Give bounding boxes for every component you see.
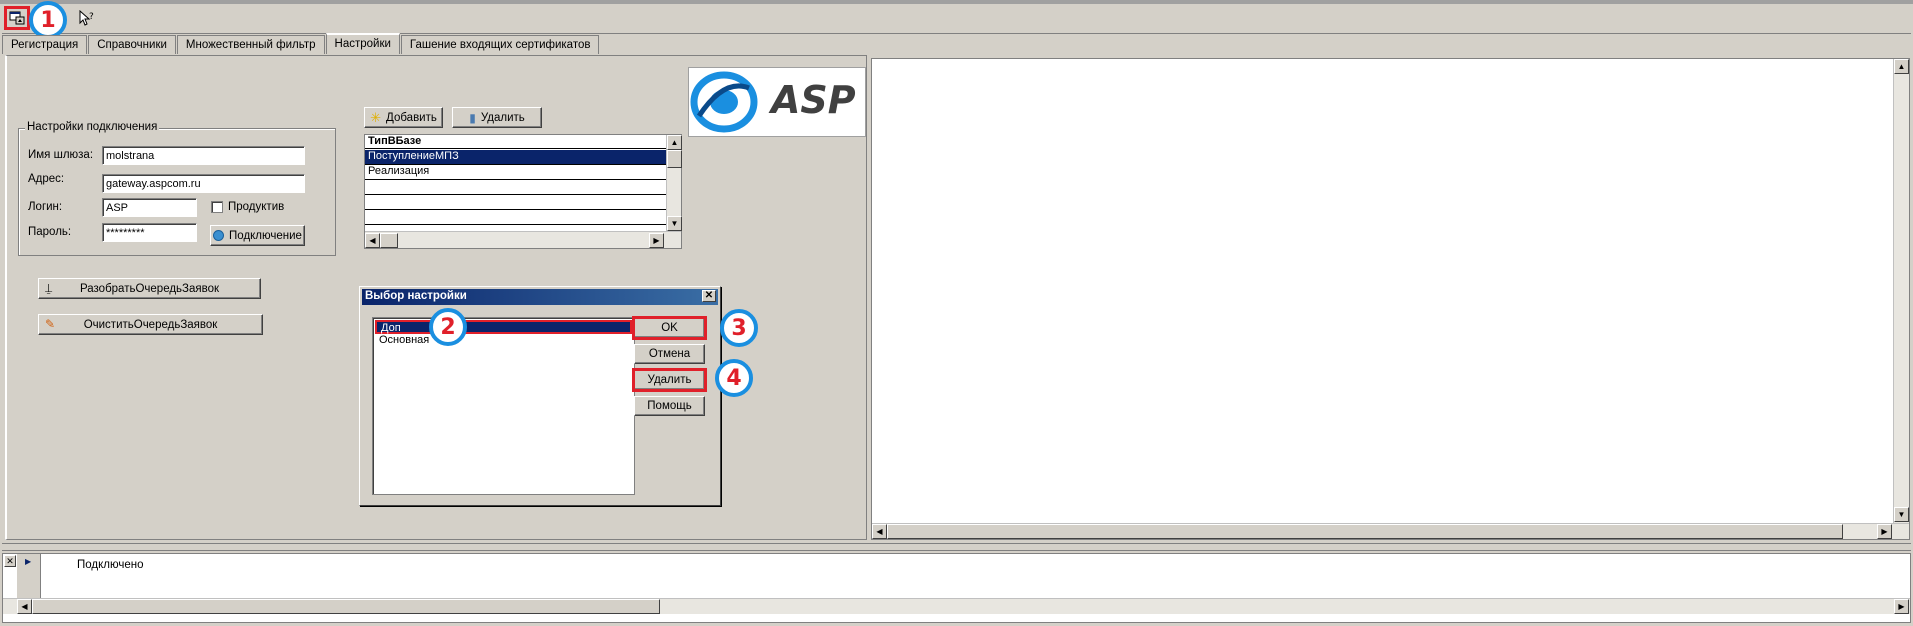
address-label: Адрес: (28, 173, 65, 185)
scroll-right-icon[interactable]: ▶ (649, 233, 664, 248)
stamp-icon: ⍊ (45, 281, 53, 295)
close-icon[interactable]: ✕ (702, 290, 716, 302)
close-icon[interactable]: ✕ (4, 555, 16, 567)
grid-hscroll-thumb[interactable] (380, 233, 398, 248)
password-field[interactable]: ********* (102, 223, 197, 242)
grid-hscrollbar[interactable]: ◀ ▶ (365, 231, 681, 248)
context-help-icon[interactable]: ? (74, 6, 100, 30)
connection-settings-legend: Настройки подключения (25, 121, 160, 133)
grid-row[interactable] (365, 195, 666, 210)
callout-4: 4 (715, 359, 753, 397)
output-pane: ▲ ▼ ◀ ▶ (871, 58, 1910, 540)
trash-icon: ▮ (469, 110, 476, 125)
callout-3: 3 (720, 309, 758, 347)
pane-hscroll-thumb[interactable] (887, 524, 1843, 539)
scroll-right-icon[interactable]: ▶ (1877, 524, 1892, 539)
list-item[interactable]: Доп (375, 320, 632, 334)
grid-row[interactable] (365, 210, 666, 225)
scroll-left-icon[interactable]: ◀ (17, 599, 32, 614)
connect-icon (213, 230, 225, 241)
callout-2: 2 (429, 308, 467, 346)
settings-list: Доп Основная (372, 317, 635, 495)
list-item[interactable]: Основная (375, 334, 632, 348)
asp-logo: ASP (688, 67, 866, 137)
status-hscroll-thumb[interactable] (32, 599, 660, 614)
add-type-label: Добавить (386, 111, 437, 124)
pane-splitter[interactable] (2, 543, 1911, 551)
toolbar: ? (2, 4, 1911, 34)
grid-row[interactable] (365, 180, 666, 195)
add-icon: ✳ (370, 109, 382, 125)
svg-text:?: ? (89, 12, 94, 22)
tab-certificate-redemption[interactable]: Гашение входящих сертификатов (400, 35, 600, 54)
productive-checkbox[interactable] (211, 201, 223, 213)
password-label: Пароль: (28, 226, 72, 238)
types-grid: ТипВБазе ПоступлениеМПЗ Реализация ▲ ▼ ◀… (364, 134, 682, 249)
scroll-left-icon[interactable]: ◀ (365, 233, 380, 248)
scroll-up-icon[interactable]: ▲ (1894, 59, 1909, 74)
current-row-icon: ▶ (25, 557, 32, 566)
tab-references[interactable]: Справочники (88, 35, 176, 54)
parse-queue-label: РазобратьОчередьЗаявок (79, 282, 220, 295)
tab-bar: Регистрация Справочники Множественный фи… (2, 33, 600, 55)
clear-queue-label: ОчиститьОчередьЗаявок (83, 318, 218, 331)
settings-window-icon[interactable] (4, 6, 30, 30)
gateway-field[interactable]: molstrana (102, 146, 305, 165)
cancel-button[interactable]: Отмена (634, 344, 705, 364)
add-type-button[interactable]: ✳ Добавить (364, 107, 443, 128)
dialog-title-bar: Выбор настройки ✕ (362, 289, 718, 305)
delete-type-label: Удалить (480, 111, 525, 124)
tab-settings[interactable]: Настройки (325, 33, 400, 54)
scroll-down-icon[interactable]: ▼ (1894, 507, 1909, 522)
grid-row[interactable]: Реализация (365, 165, 666, 180)
grid-header: ТипВБазе (365, 135, 666, 149)
grid-vscrollbar[interactable]: ▲ ▼ (666, 135, 682, 231)
settings-choice-dialog: Выбор настройки ✕ Доп Основная OK Отмена… (359, 286, 721, 506)
delete-type-button[interactable]: ▮ Удалить (452, 107, 542, 128)
status-message: Подключено (77, 559, 144, 571)
clear-queue-button[interactable]: ✎ ОчиститьОчередьЗаявок (38, 314, 263, 335)
connect-button[interactable]: Подключение (210, 225, 305, 246)
address-field[interactable]: gateway.aspcom.ru (102, 174, 305, 193)
scroll-up-icon[interactable]: ▲ (667, 135, 682, 150)
row-indicator: ▶ (17, 554, 41, 598)
login-field[interactable]: ASP (102, 198, 197, 217)
broom-icon: ✎ (45, 317, 56, 331)
logo-text: ASP (771, 78, 856, 122)
pane-vscrollbar[interactable]: ▲ ▼ (1893, 59, 1909, 523)
parse-queue-button[interactable]: ⍊ РазобратьОчередьЗаявок (38, 278, 261, 299)
callout-1: 1 (29, 1, 67, 39)
scroll-left-icon[interactable]: ◀ (872, 524, 887, 539)
grid-row[interactable]: ПоступлениеМПЗ (365, 150, 666, 165)
pane-hscrollbar[interactable]: ◀ ▶ (872, 523, 1909, 539)
productive-label: Продуктив (228, 201, 285, 213)
gateway-label: Имя шлюза: (28, 149, 94, 161)
login-label: Логин: (28, 201, 63, 213)
scroll-down-icon[interactable]: ▼ (667, 216, 682, 231)
ok-button[interactable]: OK (632, 316, 707, 340)
tab-multi-filter[interactable]: Множественный фильтр (176, 35, 325, 54)
grid-vscroll-thumb[interactable] (667, 150, 682, 168)
scroll-right-icon[interactable]: ▶ (1894, 599, 1909, 614)
delete-setting-button[interactable]: Удалить (632, 368, 707, 392)
status-log: ✕ ▶ Подключено ◀ ▶ (2, 553, 1911, 623)
tab-registration[interactable]: Регистрация (2, 35, 88, 54)
connect-button-label: Подключение (229, 229, 302, 242)
help-button[interactable]: Помощь (634, 396, 705, 416)
dialog-title: Выбор настройки (365, 290, 467, 302)
status-hscrollbar[interactable]: ◀ ▶ (3, 598, 1910, 614)
